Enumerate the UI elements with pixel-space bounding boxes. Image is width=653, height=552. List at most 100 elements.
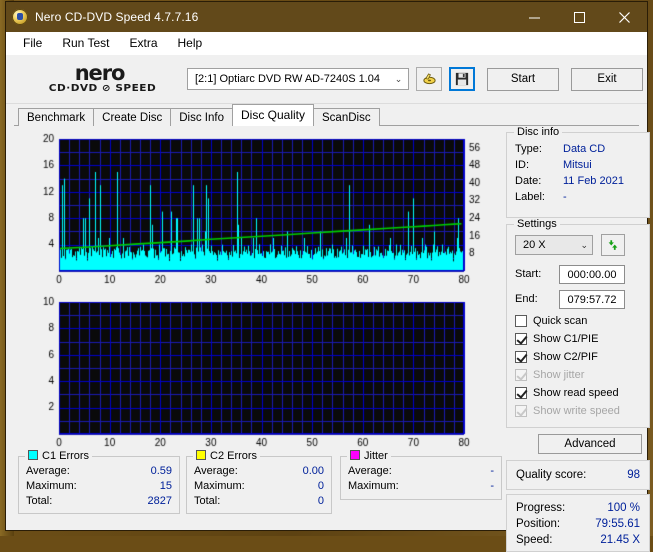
- end-field-row: End: 079:57.72: [515, 290, 643, 310]
- checkbox-label: Show C1/PIE: [533, 333, 598, 345]
- c2-average-label: Average:: [194, 464, 238, 479]
- c2-maximum-label: Maximum:: [194, 479, 245, 494]
- tab-disc-info[interactable]: Disc Info: [170, 108, 233, 126]
- tab-benchmark[interactable]: Benchmark: [18, 108, 94, 126]
- speed-row: Speed: 21.45 X: [507, 532, 649, 548]
- c1-color-swatch: [28, 450, 38, 460]
- window-title: Nero CD-DVD Speed 4.7.7.16: [35, 10, 198, 24]
- speed-select-value: 20 X: [523, 239, 546, 251]
- close-icon[interactable]: [602, 2, 647, 32]
- quality-score-group: Quality score: 98: [506, 460, 650, 490]
- tab-strip: Benchmark Create Disc Disc Info Disc Qua…: [6, 104, 647, 126]
- jitter-average-row: Average: -: [341, 464, 501, 479]
- position-label: Position:: [516, 516, 560, 532]
- checkbox-label: Show C2/PIF: [533, 351, 598, 363]
- c1-errors-chart-canvas: [18, 131, 502, 291]
- tab-create-disc[interactable]: Create Disc: [93, 108, 171, 126]
- checkbox-show-c1-pie[interactable]: Show C1/PIE: [515, 331, 598, 347]
- checkbox-box[interactable]: [515, 315, 527, 327]
- disc-type-value: Data CD: [563, 141, 605, 157]
- checkbox-box[interactable]: [515, 333, 527, 345]
- c1-errors-stats: C1 Errors Average:0.59 Maximum:15 Total:…: [18, 456, 180, 514]
- save-icon: [455, 72, 469, 86]
- progress-group: Progress: 100 % Position: 79:55.61 Speed: 2…: [506, 494, 650, 552]
- exit-button[interactable]: Exit: [571, 68, 643, 91]
- speed-label: Speed:: [516, 532, 552, 548]
- disc-date-label: Date:: [515, 173, 563, 189]
- start-field-row: Start: 000:00.00: [515, 265, 643, 285]
- c1-total-value: 2827: [148, 494, 172, 509]
- end-input[interactable]: 079:57.72: [559, 290, 625, 309]
- quality-score-row: Quality score: 98: [507, 461, 649, 483]
- progress-value: 100 %: [607, 500, 640, 516]
- disc-info-group: Disc info Type:Data CD ID:Mitsui Date:11…: [506, 132, 650, 218]
- jitter-maximum-row: Maximum: -: [341, 479, 501, 494]
- nero-logo-wordmark: nero: [75, 65, 125, 82]
- quality-score-label: Quality score:: [516, 467, 586, 483]
- drive-select[interactable]: [2:1] Optiarc DVD RW AD-7240S 1.04 ⌄: [187, 68, 409, 90]
- checkbox-label: Quick scan: [533, 315, 587, 327]
- c2-maximum-row: Maximum:0: [187, 479, 331, 494]
- disc-id-row: ID:Mitsui: [507, 157, 649, 173]
- tab-scandisc[interactable]: ScanDisc: [313, 108, 380, 126]
- disc-id-value: Mitsui: [563, 157, 592, 173]
- checkbox-show-write-speed: Show write speed: [515, 403, 620, 419]
- advanced-button[interactable]: Advanced: [538, 434, 642, 454]
- checkbox-show-c2-pif[interactable]: Show C2/PIF: [515, 349, 598, 365]
- refresh-button[interactable]: [601, 234, 625, 256]
- checkbox-box: [515, 369, 527, 381]
- c2-total-row: Total:0: [187, 494, 331, 509]
- end-field-label: End:: [515, 293, 538, 305]
- progress-label: Progress:: [516, 500, 565, 516]
- disc-type-row: Type:Data CD: [507, 141, 649, 157]
- checkbox-box[interactable]: [515, 387, 527, 399]
- error-stats: C1 Errors Average:0.59 Maximum:15 Total:…: [18, 456, 502, 516]
- jitter-legend: Jitter: [347, 450, 391, 462]
- eject-disc-button[interactable]: [416, 67, 442, 91]
- speed-value: 21.45 X: [600, 532, 640, 548]
- save-button[interactable]: [449, 67, 475, 91]
- start-field-label: Start:: [515, 268, 541, 280]
- c1-maximum-row: Maximum: 15: [19, 479, 179, 494]
- chevron-down-icon[interactable]: ⌄: [580, 240, 588, 251]
- disc-date-value: 11 Feb 2021: [563, 173, 624, 189]
- menu-item-extra[interactable]: Extra: [120, 34, 166, 52]
- c1-maximum-value: 15: [160, 479, 172, 494]
- disc-type-label: Type:: [515, 141, 563, 157]
- checkbox-box: [515, 405, 527, 417]
- maximize-icon[interactable]: [557, 2, 602, 32]
- c1-maximum-label: Maximum:: [26, 479, 77, 494]
- checkbox-box[interactable]: [515, 351, 527, 363]
- position-row: Position: 79:55.61: [507, 516, 649, 532]
- menu-item-run-test[interactable]: Run Test: [53, 34, 118, 52]
- menu-item-file[interactable]: File: [14, 34, 51, 52]
- drive-select-value: [2:1] Optiarc DVD RW AD-7240S 1.04: [195, 73, 380, 85]
- checkbox-quick-scan[interactable]: Quick scan: [515, 313, 587, 329]
- quality-score-value: 98: [627, 467, 640, 483]
- jitter-average-value: -: [490, 464, 494, 479]
- jitter-maximum-value: -: [490, 479, 494, 494]
- menu-item-help[interactable]: Help: [169, 34, 212, 52]
- speed-select[interactable]: 20 X ⌄: [515, 235, 593, 255]
- disc-date-row: Date:11 Feb 2021: [507, 173, 649, 189]
- chevron-down-icon[interactable]: ⌄: [389, 69, 408, 89]
- checkbox-show-read-speed[interactable]: Show read speed: [515, 385, 619, 401]
- position-value: 79:55.61: [595, 516, 640, 532]
- eject-disc-icon: [422, 72, 437, 87]
- c1-average-value: 0.59: [151, 464, 172, 479]
- start-button[interactable]: Start: [487, 68, 559, 91]
- jitter-maximum-label: Maximum:: [348, 479, 399, 494]
- checkbox-show-jitter: Show jitter: [515, 367, 584, 383]
- c2-average-value: 0.00: [303, 464, 324, 479]
- c1-total-row: Total:2827: [19, 494, 179, 509]
- start-input[interactable]: 000:00.00: [559, 265, 625, 284]
- title-bar: Nero CD-DVD Speed 4.7.7.16: [6, 2, 647, 32]
- c2-errors-stats: C2 Errors Average:0.00 Maximum:0 Total:0: [186, 456, 332, 514]
- c2-total-value: 0: [318, 494, 324, 509]
- minimize-icon[interactable]: [512, 2, 557, 32]
- disc-label-label: Label:: [515, 189, 563, 205]
- tab-disc-quality[interactable]: Disc Quality: [232, 104, 314, 126]
- jitter-average-label: Average:: [348, 464, 392, 479]
- jitter-color-swatch: [350, 450, 360, 460]
- c1-average-label: Average:: [26, 464, 70, 479]
